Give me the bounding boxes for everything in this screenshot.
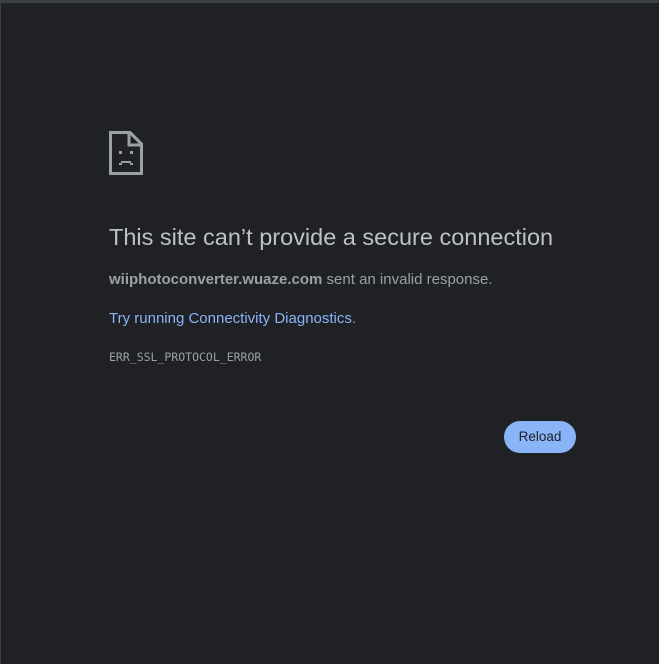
error-summary-text: sent an invalid response.	[322, 271, 493, 288]
error-headline: This site can’t provide a secure connect…	[109, 224, 554, 250]
error-page: This site can’t provide a secure connect…	[0, 0, 659, 664]
error-summary: wiiphotoconverter.wuaze.com sent an inva…	[109, 271, 493, 289]
reload-button[interactable]: Reload	[504, 421, 576, 453]
error-host: wiiphotoconverter.wuaze.com	[109, 271, 323, 288]
sad-page-icon	[109, 131, 143, 175]
error-code: ERR_SSL_PROTOCOL_ERROR	[109, 350, 262, 364]
error-suggestion: Try running Connectivity Diagnostics.	[109, 310, 356, 328]
diagnostics-link[interactable]: Try running Connectivity Diagnostics	[109, 310, 352, 327]
suggestion-period: .	[351, 310, 357, 327]
